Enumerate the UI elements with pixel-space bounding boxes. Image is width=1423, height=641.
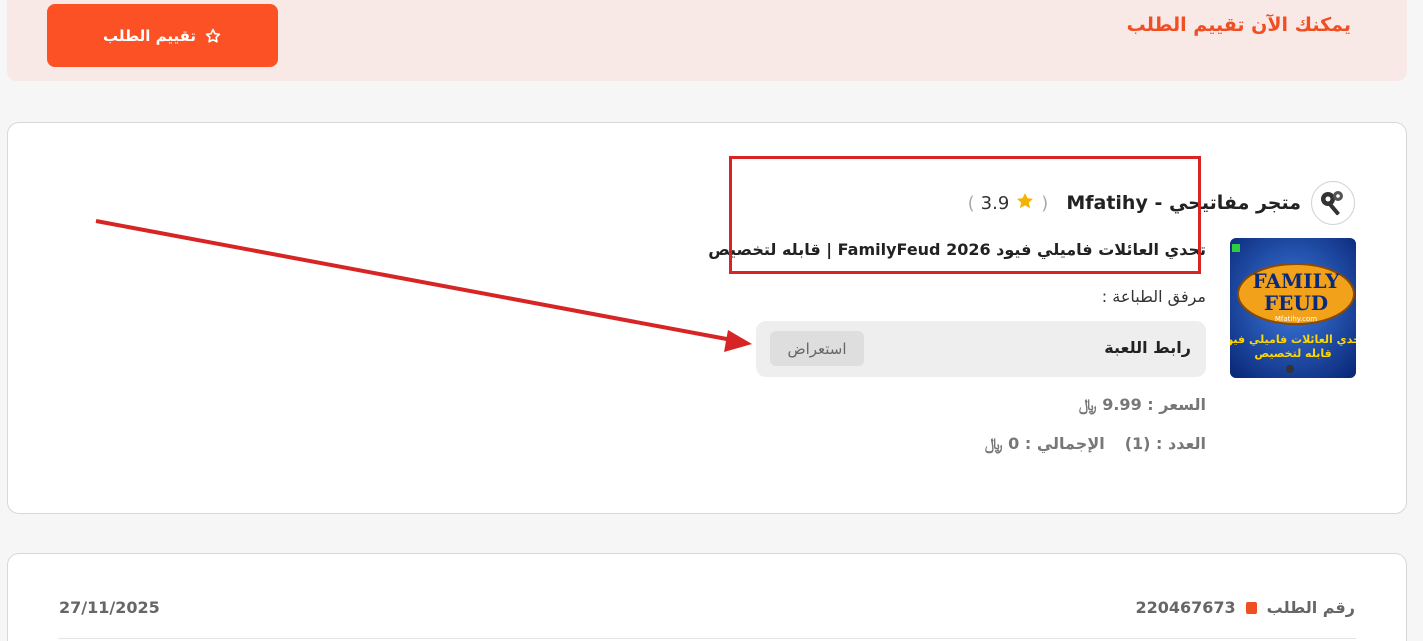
total-text: الإجمالي : 0 ﷼	[984, 434, 1105, 453]
order-number-label: رقم الطلب	[1266, 598, 1355, 617]
image-caption-line2: قابله لتخصيص	[1254, 347, 1331, 360]
store-logo[interactable]	[1311, 181, 1355, 225]
order-date: 27/11/2025	[59, 598, 160, 617]
product-image[interactable]: FAMILY FEUD Mfatihy.com تحدي العائلات فا…	[1230, 238, 1356, 378]
image-site: Mfatihy.com	[1275, 315, 1317, 323]
receipt-icon	[1245, 601, 1257, 614]
order-number: رقم الطلب 220467673	[1135, 598, 1355, 617]
image-title-line2: FEUD	[1264, 291, 1328, 315]
image-caption-line1: تحدي العائلات فاميلي فيود	[1230, 333, 1356, 346]
key-logo-icon	[1321, 191, 1343, 216]
attachment-name: رابط اللعبة	[1104, 338, 1191, 357]
attachment-box: رابط اللعبة استعراض	[756, 321, 1206, 377]
star-outline-icon	[205, 28, 221, 43]
rate-order-label: تقييم الطلب	[102, 26, 197, 45]
annotation-highlight-box	[729, 156, 1201, 274]
quantity-total-row: العدد : (1) الإجمالي : 0 ﷼	[985, 434, 1206, 454]
order-info-card: رقم الطلب 220467673 27/11/2025	[7, 553, 1407, 641]
attachment-label: مرفق الطباعة :	[1101, 287, 1206, 306]
rating-banner: يمكنك الآن تقييم الطلب تقييم الطلب	[7, 0, 1407, 81]
rating-prompt-text: يمكنك الآن تقييم الطلب	[1126, 14, 1351, 36]
price-text: السعر : 9.99 ﷼	[1078, 395, 1206, 414]
quantity-text: العدد : (1)	[1124, 434, 1206, 453]
divider	[58, 638, 1356, 639]
rate-order-button[interactable]: تقييم الطلب	[47, 4, 278, 67]
view-attachment-button[interactable]: استعراض	[770, 331, 864, 366]
image-title-line1: FAMILY	[1252, 269, 1340, 293]
order-number-value: 220467673	[1135, 598, 1236, 617]
